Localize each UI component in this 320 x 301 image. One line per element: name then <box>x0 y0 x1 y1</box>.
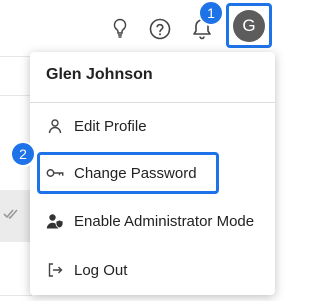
key-icon <box>46 164 64 182</box>
topbar-divider <box>0 56 32 57</box>
menu-divider <box>30 102 275 103</box>
change-password-label: Change Password <box>74 164 197 182</box>
double-check-icon <box>3 207 19 223</box>
user-icon <box>46 117 64 135</box>
enable-admin-mode-menu-item[interactable]: Enable Administrator Mode <box>46 209 254 233</box>
avatar[interactable]: G <box>233 10 265 42</box>
background-divider <box>0 95 32 96</box>
enable-admin-mode-label: Enable Administrator Mode <box>74 212 255 230</box>
log-out-menu-item[interactable]: Log Out <box>46 258 127 282</box>
user-name: Glen Johnson <box>46 66 153 83</box>
step-badge-1: 1 <box>198 0 224 26</box>
app-root: G 1 Glen Johnson Edit Profile Change Pas… <box>0 0 290 301</box>
user-menu-dropdown: Glen Johnson Edit Profile Change Passwor… <box>30 52 275 295</box>
step-badge-2: 2 <box>10 141 36 167</box>
edit-profile-menu-item[interactable]: Edit Profile <box>46 114 147 138</box>
admin-shield-user-icon <box>46 212 64 230</box>
change-password-menu-item[interactable]: Change Password <box>46 161 197 185</box>
top-bar: G 1 <box>0 0 290 56</box>
log-out-label: Log Out <box>74 261 128 279</box>
background-divider-bottom <box>0 295 32 296</box>
lightbulb-icon[interactable] <box>110 17 130 39</box>
edit-profile-label: Edit Profile <box>74 117 147 135</box>
logout-icon <box>46 261 64 279</box>
help-icon[interactable] <box>148 17 172 41</box>
